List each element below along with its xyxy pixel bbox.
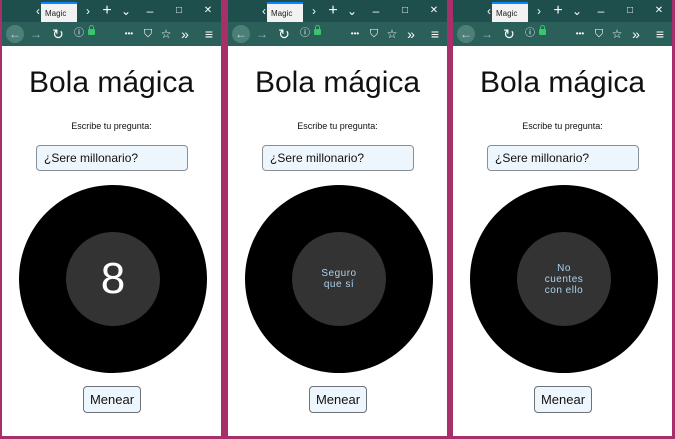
back-icon[interactable]: ← [6, 25, 24, 43]
tab-scroll-right-icon[interactable]: › [532, 0, 546, 22]
tab-title: Magic [45, 8, 67, 18]
question-input[interactable] [262, 145, 414, 171]
tab-magic[interactable]: Magic [492, 2, 528, 22]
overflow-icon[interactable]: » [178, 22, 192, 46]
menu-icon[interactable]: ≡ [653, 22, 667, 46]
info-icon[interactable]: ⓘ [73, 22, 85, 46]
close-icon[interactable]: ✕ [201, 0, 215, 22]
new-tab-icon[interactable]: + [326, 0, 340, 22]
tab-magic[interactable]: Magic [41, 2, 77, 22]
reload-icon[interactable]: ↻ [276, 22, 292, 46]
close-icon[interactable]: ✕ [652, 0, 666, 22]
lock-icon [539, 25, 546, 35]
pocket-icon[interactable]: ⛉ [592, 22, 606, 46]
new-tab-icon[interactable]: + [100, 0, 114, 22]
pocket-icon[interactable]: ⛉ [367, 22, 381, 46]
page-title: Bola mágica [479, 66, 646, 99]
maximize-icon[interactable]: □ [398, 0, 412, 22]
pocket-icon[interactable]: ⛉ [141, 22, 155, 46]
tab-magic[interactable]: Magic [267, 2, 303, 22]
overflow-icon[interactable]: » [629, 22, 643, 46]
page-actions-icon[interactable]: ••• [347, 22, 363, 46]
answer-window: Seguro que sí [292, 232, 386, 326]
question-prompt: Escribe tu pregunta: [522, 121, 603, 131]
maximize-icon[interactable]: □ [172, 0, 186, 22]
tab-strip: ‹ Magic › + ⌄ – □ ✕ [453, 0, 672, 22]
page-content: Bola mágica Escribe tu pregunta: Seguro … [228, 46, 447, 436]
shake-button[interactable]: Menear [309, 386, 367, 413]
page-title: Bola mágica [254, 66, 421, 99]
answer-window: 8 [66, 232, 160, 326]
browser-window-2: ‹ Magic › + ⌄ – □ ✕ ← → ↻ ⓘ ••• ⛉ ☆ » ≡ … [228, 0, 447, 436]
page-actions-icon[interactable]: ••• [572, 22, 588, 46]
info-icon[interactable]: ⓘ [524, 22, 536, 46]
shake-button[interactable]: Menear [534, 386, 592, 413]
question-input[interactable] [36, 145, 188, 171]
question-input[interactable] [487, 145, 639, 171]
tab-title: Magic [496, 8, 518, 18]
tab-list-icon[interactable]: ⌄ [345, 0, 359, 22]
nav-toolbar: ← → ↻ ⓘ ••• ⛉ ☆ » ≡ [228, 22, 447, 46]
overflow-icon[interactable]: » [404, 22, 418, 46]
magic-ball: 8 [19, 185, 207, 373]
answer-text: Seguro que sí [321, 268, 357, 290]
tab-scroll-right-icon[interactable]: › [307, 0, 321, 22]
menu-icon[interactable]: ≡ [202, 22, 216, 46]
answer-text: 8 [100, 254, 126, 303]
bookmark-star-icon[interactable]: ☆ [385, 22, 399, 46]
tab-scroll-right-icon[interactable]: › [81, 0, 95, 22]
close-icon[interactable]: ✕ [427, 0, 441, 22]
shake-button[interactable]: Menear [83, 386, 141, 413]
magic-ball: Seguro que sí [245, 185, 433, 373]
reload-icon[interactable]: ↻ [50, 22, 66, 46]
magic-ball: No cuentes con ello [470, 185, 658, 373]
reload-icon[interactable]: ↻ [501, 22, 517, 46]
minimize-icon[interactable]: – [594, 0, 608, 22]
tab-strip: ‹ Magic › + ⌄ – □ ✕ [228, 0, 447, 22]
page-content: Bola mágica Escribe tu pregunta: 8 Menea… [2, 46, 221, 436]
lock-icon [314, 25, 321, 35]
answer-window: No cuentes con ello [517, 232, 611, 326]
minimize-icon[interactable]: – [143, 0, 157, 22]
forward-icon[interactable]: → [479, 22, 495, 46]
browser-window-3: ‹ Magic › + ⌄ – □ ✕ ← → ↻ ⓘ ••• ⛉ ☆ » ≡ … [453, 0, 672, 436]
back-icon[interactable]: ← [232, 25, 250, 43]
menu-icon[interactable]: ≡ [428, 22, 442, 46]
question-prompt: Escribe tu pregunta: [71, 121, 152, 131]
minimize-icon[interactable]: – [369, 0, 383, 22]
nav-toolbar: ← → ↻ ⓘ ••• ⛉ ☆ » ≡ [2, 22, 221, 46]
new-tab-icon[interactable]: + [551, 0, 565, 22]
tab-list-icon[interactable]: ⌄ [119, 0, 133, 22]
page-content: Bola mágica Escribe tu pregunta: No cuen… [453, 46, 672, 436]
forward-icon[interactable]: → [28, 22, 44, 46]
nav-toolbar: ← → ↻ ⓘ ••• ⛉ ☆ » ≡ [453, 22, 672, 46]
forward-icon[interactable]: → [254, 22, 270, 46]
answer-text: No cuentes con ello [544, 262, 584, 296]
question-prompt: Escribe tu pregunta: [297, 121, 378, 131]
bookmark-star-icon[interactable]: ☆ [610, 22, 624, 46]
page-title: Bola mágica [28, 66, 195, 99]
page-actions-icon[interactable]: ••• [121, 22, 137, 46]
lock-icon [88, 25, 95, 35]
tab-strip: ‹ Magic › + ⌄ – □ ✕ [2, 0, 221, 22]
tab-title: Magic [271, 8, 293, 18]
info-icon[interactable]: ⓘ [299, 22, 311, 46]
browser-window-1: ‹ Magic › + ⌄ – □ ✕ ← → ↻ ⓘ ••• ⛉ ☆ » ≡ … [2, 0, 221, 436]
tab-list-icon[interactable]: ⌄ [570, 0, 584, 22]
bookmark-star-icon[interactable]: ☆ [159, 22, 173, 46]
back-icon[interactable]: ← [457, 25, 475, 43]
maximize-icon[interactable]: □ [623, 0, 637, 22]
